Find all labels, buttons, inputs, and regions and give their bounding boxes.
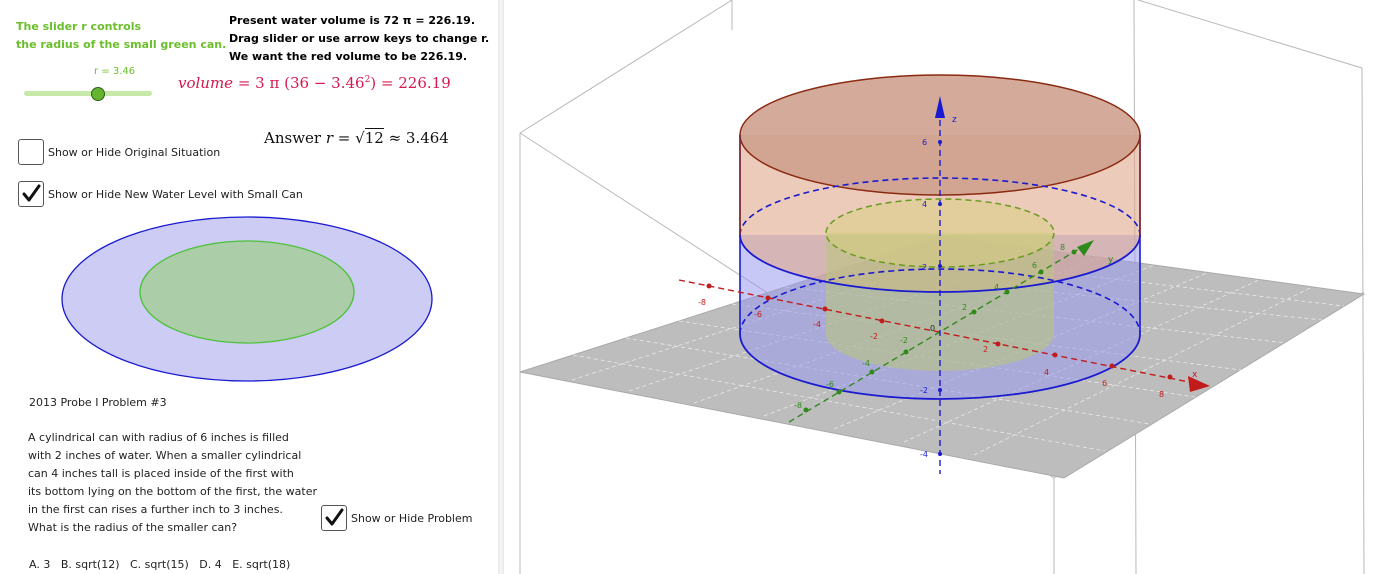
answer-formula: Answer r = √12 ≈ 3.464 <box>264 128 449 147</box>
r-slider-knob[interactable] <box>91 87 105 101</box>
z-tick: 2 <box>922 263 927 272</box>
formula-rhs: ) = 226.19 <box>370 74 451 92</box>
small-can-top-view <box>139 240 355 344</box>
z-tick: -4 <box>920 450 928 459</box>
x-tick: 2 <box>983 345 988 354</box>
top-view-diagram <box>61 216 433 382</box>
problem-line: can 4 inches tall is placed inside of th… <box>28 467 294 480</box>
y-tick: -2 <box>900 336 908 345</box>
y-tick: 4 <box>994 283 999 292</box>
y-axis-label: y <box>1108 255 1114 265</box>
problem-line: its bottom lying on the bottom of the fi… <box>28 485 318 498</box>
new-water-level-checkbox[interactable] <box>18 181 44 207</box>
answer-prefix: Answer <box>264 129 326 147</box>
original-situation-checkbox[interactable] <box>18 139 44 165</box>
slider-info-line1: The slider r controls <box>16 20 142 33</box>
answer-var: r <box>325 129 334 147</box>
slider-label: r = 3.46 <box>94 66 136 77</box>
problem-title: 2013 Probe I Problem #3 <box>29 396 167 409</box>
algebra-panel: The slider r controls the radius of the … <box>0 0 498 574</box>
x-axis-label: x <box>1192 370 1198 380</box>
answer-choices: A. 3 B. sqrt(12) C. sqrt(15) D. 4 E. sqr… <box>29 558 291 571</box>
x-tick: 6 <box>1102 379 1107 388</box>
checkmark-icon <box>22 184 41 202</box>
y-tick: 2 <box>962 303 967 312</box>
problem-line: A cylindrical can with radius of 6 inche… <box>28 431 289 444</box>
y-tick: 8 <box>1060 243 1065 252</box>
y-tick: -8 <box>794 401 802 410</box>
original-situation-label: Show or Hide Original Situation <box>48 146 221 159</box>
volume-formula: volume = 3 π (36 − 3.462) = 226.19 <box>178 74 451 92</box>
status-line1: Present water volume is 72 π = 226.19. <box>229 14 476 27</box>
origin-label: 0 <box>930 324 935 333</box>
answer-sqrt: √ <box>355 129 365 147</box>
x-tick: -2 <box>870 332 878 341</box>
x-tick: -4 <box>813 320 821 329</box>
answer-eq: = <box>333 129 356 147</box>
problem-checkbox[interactable] <box>321 505 347 531</box>
y-tick: 6 <box>1032 261 1037 270</box>
y-tick: -4 <box>862 359 870 368</box>
problem-checkbox-label: Show or Hide Problem <box>351 512 473 525</box>
problem-line: with 2 inches of water. When a smaller c… <box>28 449 302 462</box>
x-tick: 4 <box>1044 368 1049 377</box>
z-tick: 4 <box>922 200 927 209</box>
problem-line: in the first can rises a further inch to… <box>28 503 283 516</box>
x-tick: -6 <box>754 310 762 319</box>
x-tick: 8 <box>1159 390 1164 399</box>
z-tick: -2 <box>920 386 928 395</box>
x-tick: -8 <box>698 298 706 307</box>
y-tick: -6 <box>826 380 834 389</box>
z-axis-label: z <box>952 115 957 125</box>
problem-text: A cylindrical can with radius of 6 inche… <box>28 429 328 537</box>
new-water-level-label: Show or Hide New Water Level with Small … <box>48 188 303 201</box>
answer-radicand: 12 <box>364 128 384 147</box>
problem-line: What is the radius of the smaller can? <box>28 521 238 534</box>
answer-approx: ≈ 3.464 <box>383 129 449 147</box>
z-tick: 6 <box>922 138 927 147</box>
r-slider-track[interactable] <box>24 91 152 96</box>
formula-eq: = 3 π (36 − 3.46 <box>233 74 365 92</box>
slider-info-line2: the radius of the small green can. <box>16 38 227 51</box>
status-line3: We want the red volume to be 226.19. <box>229 50 468 63</box>
status-line2: Drag slider or use arrow keys to change … <box>229 32 490 45</box>
checkmark-icon <box>325 508 344 526</box>
graphics-3d-view[interactable]: z y x 6 4 2 -2 -4 -8 -6 -4 -2 2 4 6 8 -8… <box>504 0 1382 574</box>
formula-lhs: volume <box>178 74 234 92</box>
